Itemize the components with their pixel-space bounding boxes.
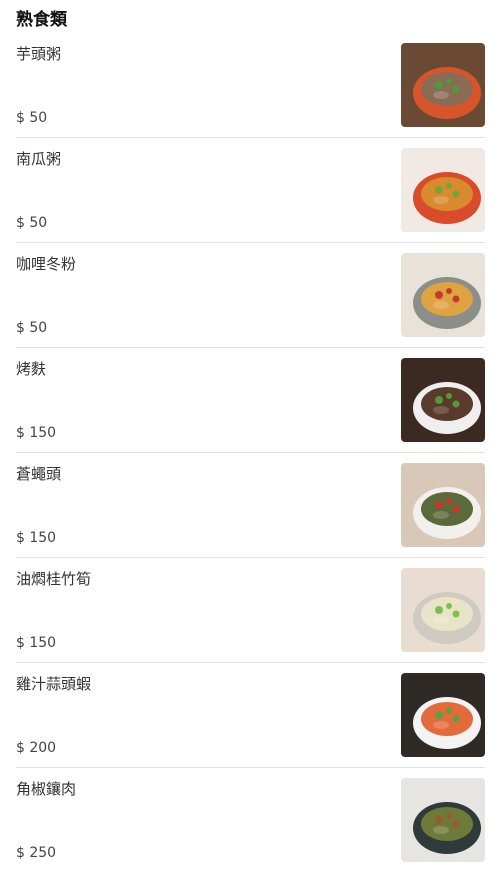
menu-item-price: $ 150 [16,425,57,441]
menu-item-price: $ 200 [16,740,57,756]
menu-item-price: $ 50 [16,215,48,231]
stuffed-peppers-photo[interactable] [401,778,485,862]
section-title: 熟食類 [16,10,67,30]
menu-item[interactable]: 油燜桂竹筍 $ 150 [16,558,485,663]
menu-item-name: 蒼蠅頭 [16,465,62,483]
flies-head-photo[interactable] [401,463,485,547]
menu-item-name: 烤麩 [16,360,47,378]
pumpkin-porridge-photo[interactable] [401,148,485,232]
menu-item-name: 油燜桂竹筍 [16,570,92,588]
menu-item[interactable]: 芋頭粥 $ 50 [16,33,485,138]
menu-item-price: $ 150 [16,635,57,651]
taro-porridge-photo[interactable] [401,43,485,127]
menu-item[interactable]: 蒼蠅頭 $ 150 [16,453,485,558]
menu-item-price: $ 250 [16,845,57,861]
menu-item-name: 芋頭粥 [16,45,62,63]
menu-item-name: 雞汁蒜頭蝦 [16,675,92,693]
menu-item-price: $ 150 [16,530,57,546]
menu-item[interactable]: 雞汁蒜頭蝦 $ 200 [16,663,485,768]
menu-item[interactable]: 南瓜粥 $ 50 [16,138,485,243]
menu-item[interactable]: 咖哩冬粉 $ 50 [16,243,485,348]
braised-gluten-photo[interactable] [401,358,485,442]
menu-item-price: $ 50 [16,320,48,336]
menu-screen: 熟食類 芋頭粥 $ 50 南瓜粥 $ 50 咖哩冬粉 $ 50 烤麩 $ 150 蒼蠅頭 $ 15… [0,0,501,887]
menu-item-name: 咖哩冬粉 [16,255,77,273]
menu-item-name: 角椒鑲肉 [16,780,77,798]
menu-item-name: 南瓜粥 [16,150,62,168]
curry-vermicelli-photo[interactable] [401,253,485,337]
menu-item-price: $ 50 [16,110,48,126]
garlic-shrimp-photo[interactable] [401,673,485,757]
braised-bamboo-shoots-photo[interactable] [401,568,485,652]
menu-list: 芋頭粥 $ 50 南瓜粥 $ 50 咖哩冬粉 $ 50 烤麩 $ 150 蒼蠅頭 $ 150 油燜桂… [16,33,485,872]
menu-item[interactable]: 烤麩 $ 150 [16,348,485,453]
menu-item[interactable]: 角椒鑲肉 $ 250 [16,768,485,872]
